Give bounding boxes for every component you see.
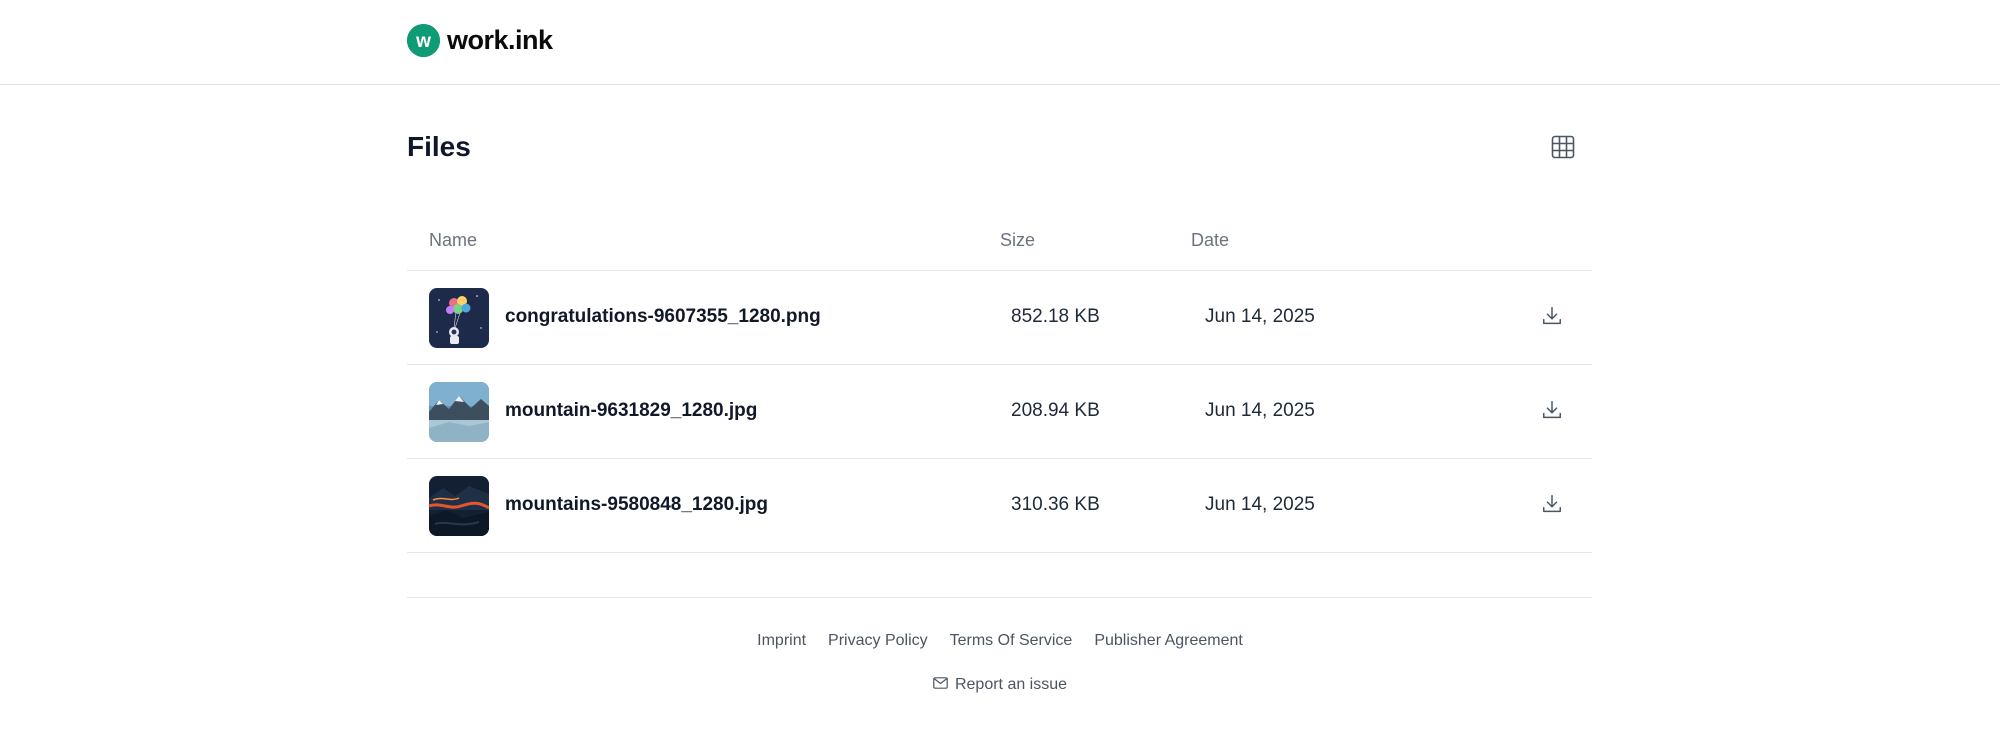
table-row[interactable]: mountains-9580848_1280.jpg 310.36 KB Jun…	[407, 459, 1592, 553]
file-thumbnail	[429, 382, 489, 442]
file-thumbnail	[429, 288, 489, 348]
download-icon	[1541, 305, 1563, 332]
file-size: 852.18 KB	[1011, 306, 1100, 327]
footer-links: Imprint Privacy Policy Terms Of Service …	[0, 632, 2000, 650]
column-header-name[interactable]: Name	[429, 230, 477, 251]
download-button[interactable]	[1539, 399, 1565, 425]
mail-icon	[933, 676, 948, 694]
column-header-size[interactable]: Size	[1000, 230, 1035, 251]
table-row[interactable]: mountain-9631829_1280.jpg 208.94 KB Jun …	[407, 365, 1592, 459]
file-size: 208.94 KB	[1011, 400, 1100, 421]
table-row[interactable]: congratulations-9607355_1280.png 852.18 …	[407, 271, 1592, 365]
footer-divider	[407, 597, 1592, 598]
file-name[interactable]: mountain-9631829_1280.jpg	[505, 400, 757, 422]
download-button[interactable]	[1539, 493, 1565, 519]
logo-icon: w	[407, 24, 440, 57]
files-table: Name Size Date congratulations-9607355_1…	[407, 216, 1592, 553]
grid-icon	[1551, 135, 1575, 164]
grid-view-toggle[interactable]	[1549, 135, 1577, 163]
logo-letter: w	[415, 31, 431, 52]
footer-link-publisher-agreement[interactable]: Publisher Agreement	[1094, 632, 1243, 650]
footer-link-terms-of-service[interactable]: Terms Of Service	[950, 632, 1073, 650]
footer-link-imprint[interactable]: Imprint	[757, 632, 806, 650]
download-icon	[1541, 493, 1563, 520]
footer-link-privacy-policy[interactable]: Privacy Policy	[828, 632, 928, 650]
file-size: 310.36 KB	[1011, 494, 1100, 515]
file-thumbnail	[429, 476, 489, 536]
page-title: Files	[407, 131, 471, 162]
download-icon	[1541, 399, 1563, 426]
logo[interactable]: w work.ink	[407, 24, 553, 57]
column-header-date[interactable]: Date	[1191, 230, 1229, 251]
file-date: Jun 14, 2025	[1205, 400, 1315, 421]
file-date: Jun 14, 2025	[1205, 494, 1315, 515]
report-issue-link[interactable]: Report an issue	[0, 676, 2000, 694]
report-issue-label: Report an issue	[954, 676, 1068, 693]
file-name[interactable]: congratulations-9607355_1280.png	[505, 306, 821, 328]
download-button[interactable]	[1539, 305, 1565, 331]
file-name[interactable]: mountains-9580848_1280.jpg	[505, 494, 768, 516]
logo-text: work.ink	[447, 25, 553, 55]
table-header: Name Size Date	[407, 216, 1592, 271]
file-date: Jun 14, 2025	[1205, 306, 1315, 327]
top-header: w work.ink	[0, 0, 2000, 85]
